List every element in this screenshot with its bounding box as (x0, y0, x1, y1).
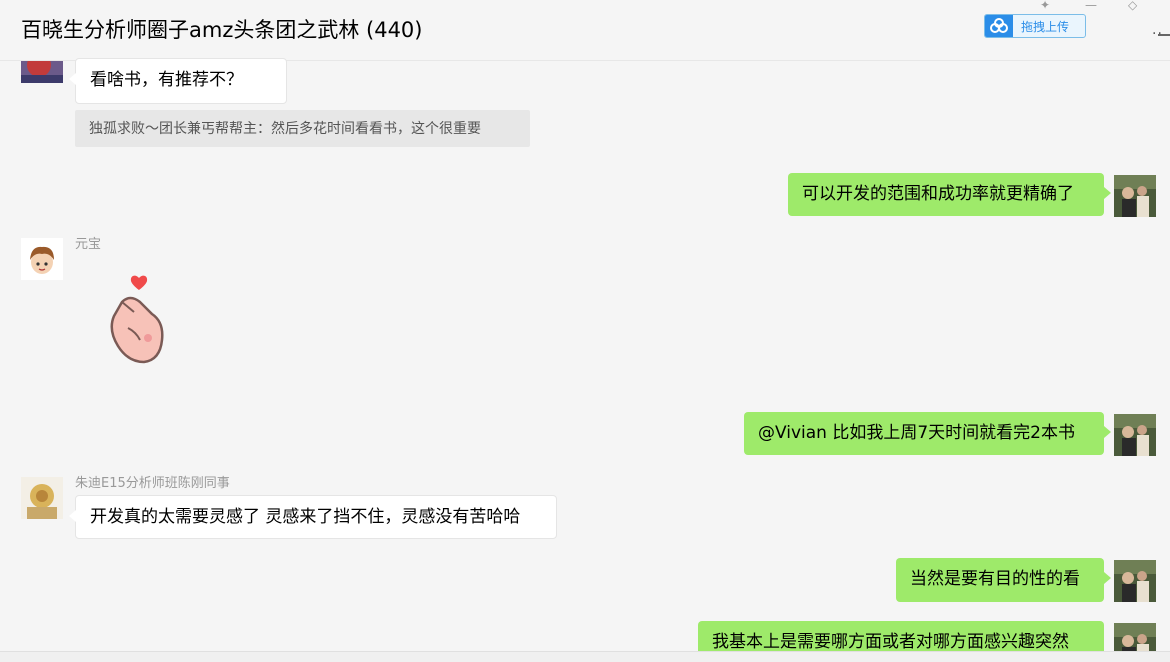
message-text: 看啥书，有推荐不？ (90, 70, 243, 90)
maximize-icon[interactable]: ◇ (1128, 0, 1137, 12)
chat-header: 百晓生分析师圈子amz头条团之武林 (440) ✦ — ◇ 拖拽上传 (0, 0, 1170, 61)
self-avatar[interactable] (1114, 414, 1156, 456)
quoted-message[interactable]: 独孤求败～团长兼丐帮帮主：然后多花时间看看书，这个很重要 (75, 110, 530, 147)
message-text: @Vivian 比如我上周7天时间就看完2本书 (758, 423, 1075, 443)
cloud-upload-icon (985, 15, 1013, 37)
message-text: 当然是要有目的性的看 (910, 569, 1080, 589)
message-text: 可以开发的范围和成功率就更精确了 (802, 184, 1074, 204)
minimize-icon[interactable]: — (1085, 0, 1097, 12)
sender-name: 朱迪E15分析师班陈刚同事 (75, 476, 230, 491)
message-text: 我基本上是需要哪方面或者对哪方面感兴趣突然 (712, 632, 1069, 652)
chat-title: 百晓生分析师圈子amz头条团之武林 (440) (21, 18, 423, 42)
avatar[interactable] (21, 477, 63, 519)
avatar[interactable] (21, 238, 63, 280)
message-bubble-self[interactable]: 可以开发的范围和成功率就更精确了 (788, 173, 1111, 216)
upload-label: 拖拽上传 (1021, 20, 1070, 34)
self-avatar[interactable] (1114, 175, 1156, 217)
drag-upload-button[interactable]: 拖拽上传 (984, 14, 1086, 38)
more-options-icon[interactable]: ·· (1152, 26, 1163, 42)
message-bubble-self[interactable]: @Vivian 比如我上周7天时间就看完2本书 (744, 412, 1111, 455)
avatar[interactable] (21, 61, 63, 83)
sender-name: 元宝 (75, 237, 102, 252)
message-bubble[interactable]: 看啥书，有推荐不？ (69, 58, 287, 104)
message-text: 开发真的太需要灵感了 灵感来了挡不住，灵感没有苦哈哈 (90, 507, 521, 527)
message-bubble[interactable]: 开发真的太需要灵感了 灵感来了挡不住，灵感没有苦哈哈 (69, 495, 557, 539)
message-bubble-self[interactable]: 当然是要有目的性的看 (896, 558, 1111, 602)
pin-icon[interactable]: ✦ (1040, 0, 1050, 12)
self-avatar[interactable] (1114, 560, 1156, 602)
input-area-divider (0, 651, 1170, 662)
finger-heart-sticker[interactable] (100, 272, 172, 368)
quote-text: 独孤求败～团长兼丐帮帮主：然后多花时间看看书，这个很重要 (89, 121, 481, 137)
